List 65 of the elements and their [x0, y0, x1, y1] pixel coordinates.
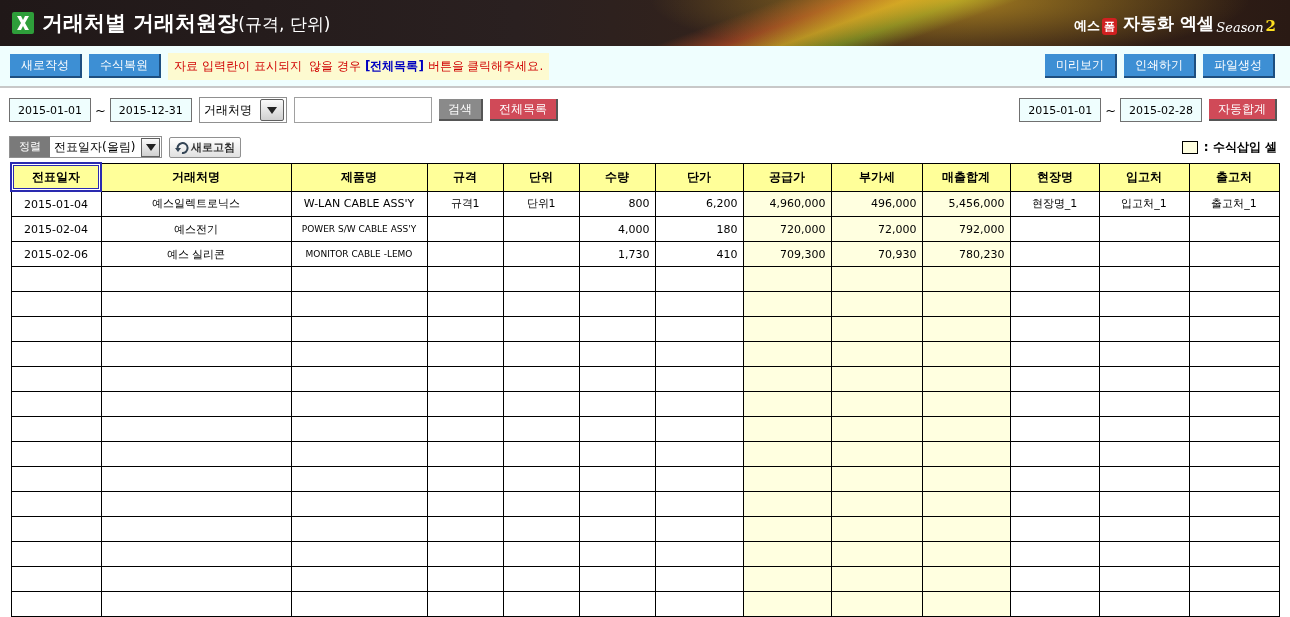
column-header[interactable]: 제품명 — [291, 163, 427, 191]
brand-prefix: 예스 — [1074, 16, 1101, 35]
search-field[interactable] — [293, 97, 432, 123]
table-cell: 5,456,000 — [922, 191, 1010, 217]
all-list-button[interactable]: 전체목록 — [489, 99, 558, 121]
table-cell: 496,000 — [831, 191, 922, 217]
date-field[interactable]: 2015-02-28 — [1120, 98, 1202, 122]
table-cell: 단위1 — [503, 191, 579, 217]
sort-select[interactable]: 정렬 전표일자(올림) — [9, 136, 163, 158]
table-cell: 720,000 — [743, 216, 831, 242]
range-tilde: ~ — [1105, 102, 1117, 118]
table-cell: 709,300 — [743, 241, 831, 267]
range-tilde: ~ — [94, 102, 106, 118]
column-header[interactable]: 부가세 — [831, 163, 922, 191]
brand-name: 자동화 엑셀 — [1123, 11, 1215, 35]
brand-number: 2 — [1265, 16, 1276, 35]
date-field[interactable]: 2015-01-01 — [9, 98, 91, 122]
column-header[interactable]: 수량 — [579, 163, 655, 191]
column-header[interactable]: 입고처 — [1099, 163, 1189, 191]
refresh-icon — [175, 140, 190, 154]
column-header[interactable]: 단가 — [655, 163, 743, 191]
table-cell: 180 — [655, 216, 743, 242]
table-cell: 2015-02-04 — [11, 216, 101, 242]
table-cell: 4,960,000 — [743, 191, 831, 217]
refresh-button[interactable]: 새로고침 — [169, 136, 242, 158]
column-header[interactable]: 공급가 — [743, 163, 831, 191]
table-cell: 800 — [579, 191, 655, 217]
table-cell: MONITOR CABLE -LEMO — [291, 241, 427, 267]
column-header[interactable]: 전표일자 — [11, 163, 101, 191]
column-header[interactable]: 출고처 — [1189, 163, 1279, 191]
column-header[interactable]: 규격 — [427, 163, 503, 191]
spreadsheet-logo-icon — [12, 12, 34, 34]
table-cell: 780,230 — [922, 241, 1010, 267]
brand-season: Season — [1216, 19, 1264, 35]
table-cell: 792,000 — [922, 216, 1010, 242]
table-cell: 예스일렉트로닉스 — [101, 191, 291, 217]
date-field[interactable]: 2015-12-31 — [109, 98, 192, 122]
table-cell: 예스전기 — [101, 216, 291, 242]
column-header[interactable]: 매출합계 — [922, 163, 1010, 191]
notice-text: 자료 입력란이 표시되지 않을 경우 [전체목록] 버튼을 클릭해주세요. — [168, 52, 550, 80]
table-cell: 예스 실리콘 — [101, 241, 291, 267]
table-cell: 입고처_1 — [1099, 191, 1189, 217]
dropdown-icon — [259, 99, 284, 121]
table-cell: 규격1 — [427, 191, 503, 217]
dropdown-icon — [141, 137, 161, 157]
table-cell: 2015-01-04 — [11, 191, 101, 217]
table-cell: W-LAN CABLE ASS'Y — [291, 191, 427, 217]
page-title: 거래처별 거래처원장(규격, 단위) — [42, 10, 331, 37]
column-header[interactable]: 현장명 — [1010, 163, 1099, 191]
field-select[interactable]: 거래처명 — [198, 97, 287, 123]
table-cell: POWER S/W CABLE ASS'Y — [291, 216, 427, 242]
legend-text: : 수식삽입 셀 — [1203, 138, 1277, 156]
formula-cell-swatch — [1181, 140, 1198, 154]
table-cell: 2015-02-06 — [11, 241, 101, 267]
date-field[interactable]: 2015-01-01 — [1019, 98, 1102, 122]
table-cell: 현장명_1 — [1010, 191, 1099, 217]
table-cell: 6,200 — [655, 191, 743, 217]
table-cell: 출고처_1 — [1189, 191, 1279, 217]
brand-badge: 폼 — [1102, 17, 1118, 35]
table-cell: 410 — [655, 241, 743, 267]
column-header[interactable]: 단위 — [503, 163, 579, 191]
table-cell: 72,000 — [831, 216, 922, 242]
auto-sum-button[interactable]: 자동합계 — [1209, 99, 1277, 121]
column-header[interactable]: 거래처명 — [101, 163, 291, 191]
table-cell: 70,930 — [831, 241, 922, 267]
